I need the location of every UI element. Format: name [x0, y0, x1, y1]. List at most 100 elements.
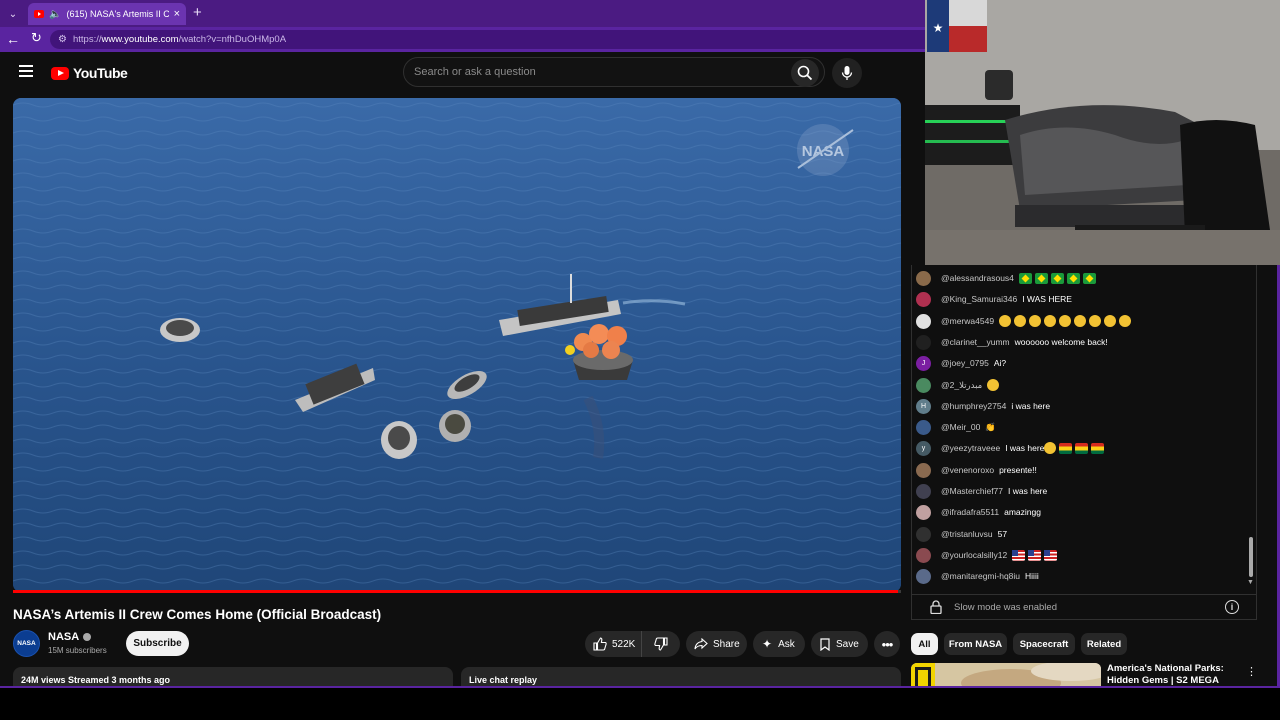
- emoji-grin-icon: [999, 315, 1012, 327]
- chat-author[interactable]: @clarinet__yumm: [941, 337, 1010, 347]
- chat-avatar[interactable]: [916, 313, 931, 329]
- chip-all[interactable]: All: [911, 633, 938, 655]
- chat-text: 👏: [985, 421, 996, 432]
- url-field[interactable]: ⚙ https://www.youtube.com/watch?v=nfhDuO…: [50, 30, 925, 49]
- ask-button[interactable]: ✦ Ask: [753, 631, 805, 657]
- chat-author[interactable]: @tristanluvsu: [941, 529, 993, 539]
- chat-author[interactable]: @King_Samurai346: [941, 294, 1017, 304]
- scroll-down-icon[interactable]: ▼: [1247, 579, 1254, 586]
- info-icon[interactable]: i: [1225, 600, 1239, 614]
- chat-avatar[interactable]: [916, 547, 931, 563]
- voice-search-button[interactable]: [832, 58, 862, 88]
- subscribe-button[interactable]: Subscribe: [126, 631, 189, 656]
- chat-author[interactable]: @ifradafra5511: [941, 507, 999, 517]
- chat-author[interactable]: @joey_0795: [941, 358, 989, 368]
- speaker-icon[interactable]: 🔈: [49, 9, 61, 20]
- save-label: Save: [836, 638, 859, 650]
- chat-avatar[interactable]: [916, 526, 931, 542]
- youtube-header: YouTube: [0, 52, 925, 92]
- hamburger-menu-icon[interactable]: [19, 65, 33, 77]
- chat-avatar[interactable]: [916, 504, 931, 520]
- chat-author[interactable]: @مبدرتلا_2: [941, 380, 982, 391]
- chat-author[interactable]: @humphrey2754: [941, 401, 1006, 411]
- view-stats: 24M views Streamed 3 months ago: [21, 675, 171, 685]
- youtube-logo[interactable]: YouTube: [51, 65, 128, 81]
- microphone-icon: [841, 66, 853, 80]
- video-title: NASA’s Artemis II Crew Comes Home (Offic…: [13, 607, 382, 622]
- save-button[interactable]: Save: [811, 631, 868, 657]
- chat-author[interactable]: @merwa4549: [941, 316, 994, 326]
- chat-avatar[interactable]: [916, 334, 931, 350]
- emoji-grin-icon: [1074, 315, 1087, 327]
- webcam-room-image: ★: [925, 0, 1280, 265]
- search-input[interactable]: [414, 66, 774, 78]
- chat-author[interactable]: @alessandrasous4: [941, 273, 1014, 283]
- chat-avatar[interactable]: H: [916, 398, 931, 414]
- tab-list-icon[interactable]: ⌄: [4, 5, 22, 23]
- emoji-grin-icon: [1059, 315, 1072, 327]
- browser-tab-active[interactable]: 🔈 (615) NASA's Artemis II Crew Comes Hom…: [28, 3, 186, 25]
- chip-related[interactable]: Related: [1081, 633, 1127, 655]
- chat-author[interactable]: @yourlocalsilly12: [941, 550, 1007, 560]
- live-chat-replay-header[interactable]: Live chat replay: [461, 667, 901, 688]
- video-player[interactable]: NASA: [13, 98, 901, 592]
- site-settings-icon[interactable]: ⚙: [58, 34, 67, 45]
- new-tab-icon[interactable]: +: [193, 4, 202, 21]
- chat-text: Ai?: [993, 358, 1007, 368]
- chat-message: @clarinet__yumm woooooo welcome back!: [916, 334, 1108, 350]
- chat-message: @merwa4549: [916, 313, 1134, 329]
- recommendation-thumbnail[interactable]: [911, 663, 1101, 688]
- channel-avatar[interactable]: NASA: [13, 630, 40, 657]
- chat-avatar[interactable]: [916, 462, 931, 478]
- chat-avatar[interactable]: [916, 377, 931, 393]
- chat-text: presente!!: [999, 465, 1037, 475]
- letterbox-bar: [0, 688, 1280, 720]
- chip-spacecraft[interactable]: Spacecraft: [1013, 633, 1075, 655]
- channel-name[interactable]: NASA: [48, 631, 92, 643]
- chat-message: @tristanluvsu 57: [916, 526, 1007, 542]
- emoji-gh-icon: [1075, 442, 1089, 454]
- video-progress-bar[interactable]: [13, 590, 901, 593]
- chat-avatar[interactable]: [916, 568, 931, 584]
- recommendation-more-icon[interactable]: ⋮: [1246, 665, 1257, 678]
- chat-message: H @humphrey2754 i was here: [916, 398, 1050, 414]
- chat-author[interactable]: @manitaregmi-hq8iu: [941, 571, 1020, 581]
- boat-6: [381, 421, 417, 459]
- chat-message: @yourlocalsilly12: [916, 547, 1060, 563]
- chat-avatar[interactable]: [916, 270, 931, 286]
- search-icon: [797, 65, 813, 81]
- sparkle-icon: ✦: [762, 637, 773, 651]
- like-button[interactable]: 522K: [585, 631, 642, 657]
- url-text: https://www.youtube.com/watch?v=nfhDuOHM…: [72, 34, 287, 45]
- chat-scrollbar[interactable]: [1249, 537, 1253, 577]
- thumbs-up-icon: [593, 637, 607, 651]
- chat-avatar[interactable]: y: [916, 440, 931, 456]
- chat-avatar[interactable]: [916, 419, 931, 435]
- reload-icon[interactable]: ↻: [31, 30, 42, 46]
- chip-from-nasa[interactable]: From NASA: [944, 633, 1007, 655]
- description-box[interactable]: 24M views Streamed 3 months ago: [13, 667, 453, 688]
- video-frame-ocean-recovery: NASA: [13, 98, 901, 592]
- subscriber-count: 15M subscribers: [48, 646, 107, 655]
- chat-author[interactable]: @yeezytraveee: [941, 443, 1000, 453]
- back-arrow-icon[interactable]: ←: [6, 31, 20, 47]
- chat-author[interactable]: @venenoroxo: [941, 465, 994, 475]
- more-actions-icon[interactable]: •••: [874, 631, 900, 657]
- chat-message: @Masterchief77 I was here: [916, 483, 1047, 499]
- chat-avatar[interactable]: [916, 483, 931, 499]
- chat-text: Hiiii: [1025, 571, 1039, 581]
- chat-avatar[interactable]: J: [916, 355, 931, 371]
- dislike-button[interactable]: [642, 631, 680, 657]
- chat-message: @venenoroxo presente!!: [916, 462, 1037, 478]
- screen: ⌄ 🔈 (615) NASA's Artemis II Crew Comes H…: [0, 0, 1280, 688]
- chat-avatar[interactable]: [916, 291, 931, 307]
- tab-close-icon[interactable]: ×: [174, 8, 180, 20]
- chat-author[interactable]: @Meir_00: [941, 422, 980, 432]
- emoji-grin-icon: [987, 379, 1000, 391]
- chat-author[interactable]: @Masterchief77: [941, 486, 1003, 496]
- recommendation-title[interactable]: America's National Parks: Hidden Gems | …: [1107, 663, 1227, 688]
- share-arrow-icon: [694, 638, 708, 650]
- share-button[interactable]: Share: [686, 631, 747, 657]
- search-button[interactable]: [791, 59, 819, 87]
- chat-message: @Meir_00 👏: [916, 419, 996, 435]
